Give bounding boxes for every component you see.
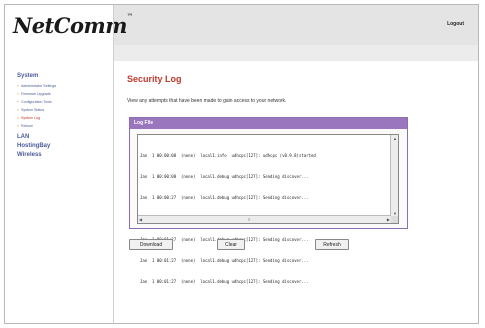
bullet-icon: »: [17, 100, 19, 104]
refresh-button[interactable]: Refresh: [315, 239, 349, 250]
nav-heading-lan[interactable]: LAN: [17, 134, 109, 140]
nav-item-reboot[interactable]: » Reboot: [17, 122, 109, 130]
scroll-thumb-grip-icon[interactable]: ≡: [248, 216, 250, 223]
log-line: Jan 1 00:00:27 (none) local1.debug udhcp…: [140, 195, 309, 200]
scroll-up-icon[interactable]: ▲: [393, 135, 397, 142]
nav-item-system-status[interactable]: » System Status: [17, 106, 109, 114]
page-title: Security Log: [127, 74, 182, 84]
log-file-panel: Log File Jan 1 00:00:08 (none) local1.in…: [129, 117, 408, 284]
clear-button[interactable]: Clear: [217, 239, 245, 250]
header-bar: NetComm™ Logout: [5, 5, 478, 45]
horizontal-scrollbar[interactable]: ◀ ≡ ▶: [138, 215, 391, 223]
log-line: Jan 1 00:01:27 (none) local1.debug udhcp…: [140, 237, 309, 242]
nav-item-administrator-settings[interactable]: » Administrator Settings: [17, 82, 109, 90]
bullet-icon: »: [17, 124, 19, 128]
log-textarea[interactable]: Jan 1 00:00:08 (none) local1.info udhcpc…: [137, 134, 399, 284]
sidebar-nav: System » Administrator Settings » Firmware…: [17, 73, 109, 161]
log-line: Jan 1 00:00:08 (none) local1.debug udhcp…: [140, 174, 309, 179]
download-button[interactable]: Download: [129, 239, 173, 250]
vertical-scrollbar[interactable]: ▲ ▼: [390, 135, 398, 217]
log-line: Jan 1 00:01:27 (none) local1.debug udhcp…: [140, 279, 309, 284]
page-description: View any attempts that have been made to…: [127, 98, 287, 104]
nav-item-configuration-tools[interactable]: » Configuration Tools: [17, 98, 109, 106]
bullet-icon: »: [17, 92, 19, 96]
nav-heading-hostingbay[interactable]: HostingBay: [17, 143, 109, 149]
scroll-corner: [391, 216, 398, 223]
nav-item-system-log[interactable]: » System Log: [17, 114, 109, 122]
nav-heading-wireless[interactable]: Wireless: [17, 152, 109, 158]
bullet-icon: »: [17, 84, 19, 88]
panel-title: Log File: [130, 118, 407, 129]
bullet-icon: »: [17, 108, 19, 112]
netcomm-logo[interactable]: NetComm™: [13, 13, 133, 38]
router-admin-page: NetComm™ Logout System » Administrator Se…: [4, 4, 479, 324]
log-line: Jan 1 00:01:27 (none) local1.debug udhcp…: [140, 258, 309, 263]
sub-header-bar: [113, 45, 478, 61]
nav-heading-system[interactable]: System: [17, 73, 109, 79]
logo-area: NetComm™: [5, 5, 133, 45]
sidebar-divider: [113, 5, 114, 323]
logout-link[interactable]: Logout: [447, 21, 464, 27]
log-line: Jan 1 00:00:08 (none) local1.info udhcpc…: [140, 153, 316, 158]
scroll-left-icon[interactable]: ◀: [139, 216, 142, 223]
scroll-right-icon[interactable]: ▶: [387, 216, 390, 223]
nav-item-firmware-upgrade[interactable]: » Firmware Upgrade: [17, 90, 109, 98]
bullet-icon: »: [17, 116, 19, 120]
